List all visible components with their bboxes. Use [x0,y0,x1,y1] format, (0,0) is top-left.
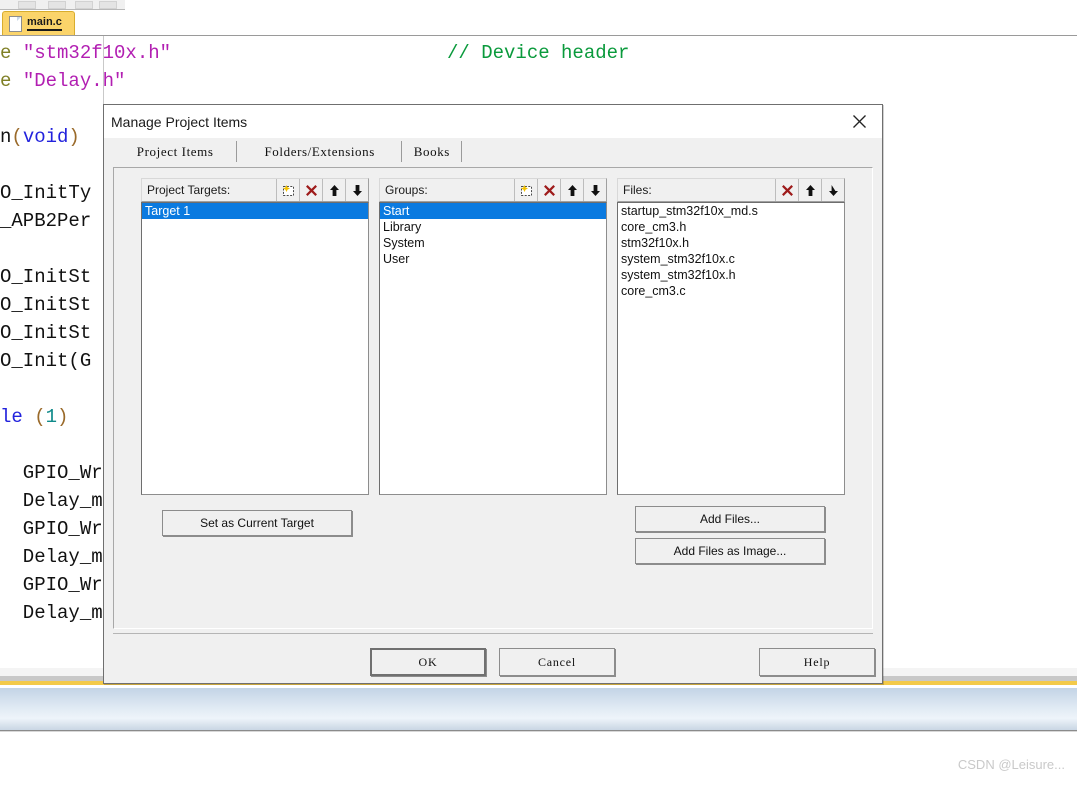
code-line: O_InitSt [0,322,92,344]
list-item[interactable]: core_cm3.h [618,219,844,235]
project-targets-toolbar [276,179,368,201]
editor-tab-label: main.c [27,16,62,31]
toolbar-button[interactable] [18,1,36,9]
manage-project-items-dialog: Manage Project Items Project Items Folder… [103,104,883,684]
groups-toolbar [514,179,606,201]
list-item[interactable]: system_stm32f10x.c [618,251,844,267]
set-as-current-target-button[interactable]: Set as Current Target [162,510,352,536]
code-line: n(void) [0,126,80,148]
code-line: e "Delay.h" [0,70,126,92]
dialog-tab-project-items[interactable]: Project Items [114,141,238,163]
editor-tab-row: main.c [0,10,1077,36]
list-item[interactable]: core_cm3.c [618,283,844,299]
code-comment: // Device header [447,42,630,64]
dialog-tabstrip: Project Items Folders/Extensions Books [104,138,882,163]
files-header: Files: [617,178,845,202]
delete-icon[interactable] [299,179,322,201]
watermark: CSDN @Leisure... [957,757,1065,772]
list-item[interactable]: system_stm32f10x.h [618,267,844,283]
list-item[interactable]: System [380,235,606,251]
ide-toolbar-strip [0,0,125,10]
groups-list[interactable]: Start Library System User [379,202,607,495]
list-item[interactable]: Library [380,219,606,235]
groups-header: Groups: [379,178,607,202]
code-line: Delay_m [0,546,103,568]
code-line: le (1) [0,406,69,428]
list-item[interactable]: User [380,251,606,267]
dialog-tab-books[interactable]: Books [403,141,462,163]
add-files-button[interactable]: Add Files... [635,506,825,532]
ok-button[interactable]: OK [370,648,486,676]
files-toolbar [775,179,844,201]
files-list[interactable]: startup_stm32f10x_md.s core_cm3.h stm32f10… [617,202,845,495]
help-button[interactable]: Help [759,648,875,676]
code-line: Delay_m [0,602,103,624]
ide-status-bar [0,688,1077,731]
delete-icon[interactable] [537,179,560,201]
editor-tab-main-c[interactable]: main.c [2,11,75,35]
dialog-titlebar[interactable]: Manage Project Items [104,105,882,138]
code-line: O_Init(G [0,350,92,372]
cancel-button[interactable]: Cancel [499,648,615,676]
page-background [0,731,1077,785]
code-line: O_InitTy [0,182,92,204]
project-targets-list[interactable]: Target 1 [141,202,369,495]
new-item-icon[interactable] [276,179,299,201]
move-down-icon[interactable] [345,179,368,201]
dialog-tab-folders-extensions[interactable]: Folders/Extensions [238,141,403,163]
close-icon[interactable] [836,105,882,137]
move-up-icon[interactable] [560,179,583,201]
code-line: _APB2Per [0,210,92,232]
list-item[interactable]: Start [380,203,606,219]
code-line: O_InitSt [0,266,92,288]
list-item[interactable]: Target 1 [142,203,368,219]
new-item-icon[interactable] [514,179,537,201]
tabstrip-underline [104,162,882,163]
toolbar-button[interactable] [48,1,66,9]
dialog-title: Manage Project Items [111,113,248,130]
code-line: O_InitSt [0,294,92,316]
list-item[interactable]: stm32f10x.h [618,235,844,251]
move-up-icon[interactable] [798,179,821,201]
code-line: GPIO_Wr [0,462,103,484]
move-down-icon[interactable] [583,179,606,201]
groups-label: Groups: [385,183,428,197]
footer-separator [113,633,873,634]
toolbar-button[interactable] [99,1,117,9]
project-items-panel: Project Targets: Target 1 Groups: Start … [113,167,873,629]
document-icon [9,15,22,32]
list-item[interactable]: startup_stm32f10x_md.s [618,203,844,219]
files-label: Files: [623,183,652,197]
code-line: GPIO_Wr [0,518,103,540]
delete-icon[interactable] [775,179,798,201]
project-targets-label: Project Targets: [147,183,231,197]
move-up-icon[interactable] [322,179,345,201]
project-targets-header: Project Targets: [141,178,369,202]
toolbar-button[interactable] [75,1,93,9]
move-down-icon[interactable] [821,179,844,201]
code-line: e "stm32f10x.h" [0,42,172,64]
add-files-as-image-button[interactable]: Add Files as Image... [635,538,825,564]
code-line: Delay_m [0,490,103,512]
code-line: GPIO_Wr [0,574,103,596]
